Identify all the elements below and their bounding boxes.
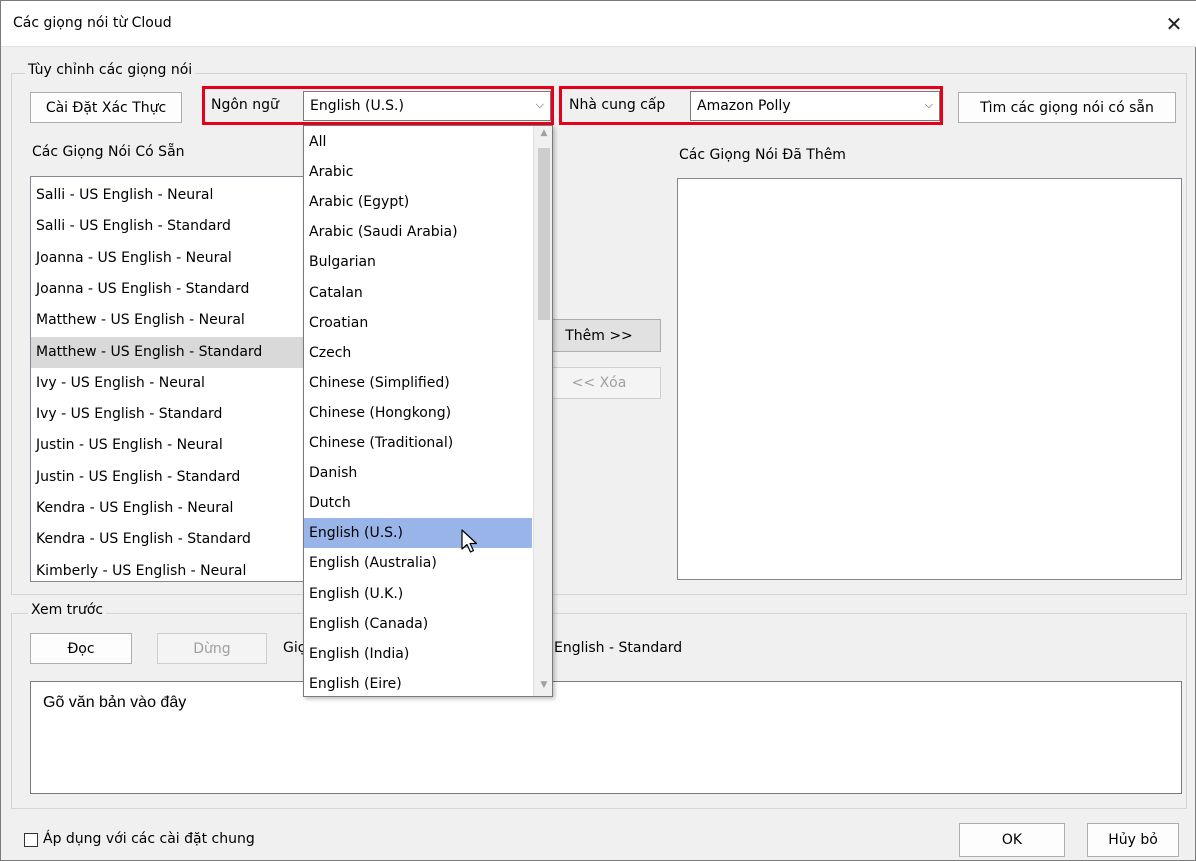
dropdown-option[interactable]: Arabic (Saudi Arabia) [304,217,532,247]
dropdown-option[interactable]: Bulgarian [304,247,532,277]
available-voices-label: Các Giọng Nói Có Sẵn [32,144,185,160]
provider-label: Nhà cung cấp [569,97,666,113]
customize-voices-legend: Tùy chỉnh các giọng nói [25,62,196,78]
find-voices-button[interactable]: Tìm các giọng nói có sẵn [958,92,1176,123]
language-dropdown-list[interactable]: All Arabic Arabic (Egypt) Arabic (Saudi Ara… [303,125,553,697]
dropdown-option[interactable]: English (U.K.) [304,579,532,609]
language-combobox[interactable]: English (U.S.) ⌵ [303,91,551,121]
list-item[interactable]: Matthew - US English - Neural [31,305,305,336]
list-item[interactable]: Kendra - US English - Standard [31,524,305,555]
provider-combobox[interactable]: Amazon Polly ⌵ [690,91,940,121]
list-item[interactable]: Salli - US English - Standard [31,211,305,242]
added-voices-label: Các Giọng Nói Đã Thêm [679,147,846,163]
language-value: English (U.S.) [310,98,404,114]
preview-text-value: Gõ văn bản vào đây [43,694,187,711]
preview-text-input[interactable]: Gõ văn bản vào đây [30,681,1182,794]
dropdown-option[interactable]: Croatian [304,308,532,338]
list-item[interactable]: Justin - US English - Standard [31,462,305,493]
dropdown-option[interactable]: Czech [304,338,532,368]
dropdown-option[interactable]: Catalan [304,278,532,308]
scroll-down-icon[interactable]: ▼ [534,680,552,690]
read-button[interactable]: Đọc [30,633,132,664]
ok-button[interactable]: OK [959,823,1065,857]
list-item[interactable]: Kimberly - US English - Neural [31,556,305,581]
mouse-cursor-icon [461,529,478,553]
auth-settings-button[interactable]: Cài Đặt Xác Thực [30,92,182,123]
preview-voice-suffix: English - Standard [554,640,683,656]
dropdown-option[interactable]: Danish [304,458,532,488]
list-item[interactable]: Ivy - US English - Neural [31,368,305,399]
language-label: Ngôn ngữ [211,97,279,113]
dropdown-option[interactable]: English (U.S.) [304,518,532,549]
chevron-down-icon: ⌵ [924,98,933,111]
dropdown-option[interactable]: English (Eire) [304,669,532,696]
window-title: Các giọng nói từ Cloud [13,15,172,31]
dropdown-option[interactable]: All [304,127,532,157]
dropdown-option[interactable]: Chinese (Traditional) [304,428,532,458]
dropdown-option[interactable]: Arabic (Egypt) [304,187,532,217]
provider-value: Amazon Polly [697,98,791,114]
remove-voice-button[interactable]: << Xóa [537,367,661,399]
list-item[interactable]: Justin - US English - Neural [31,430,305,461]
scroll-thumb[interactable] [538,148,550,320]
dropdown-option[interactable]: Dutch [304,488,532,518]
dropdown-option[interactable]: Arabic [304,157,532,187]
stop-button[interactable]: Dừng [157,633,267,664]
list-item[interactable]: Matthew - US English - Standard [31,336,305,368]
apply-label: Áp dụng với các cài đặt chung [43,831,255,847]
list-item[interactable]: Kendra - US English - Neural [31,493,305,524]
added-voices-list[interactable] [677,178,1182,580]
available-voices-list[interactable]: Salli - US English - Neural Salli - US En… [30,176,306,582]
list-item[interactable]: Joanna - US English - Standard [31,274,305,305]
dropdown-option[interactable]: Chinese (Hongkong) [304,398,532,428]
dialog-window: Các giọng nói từ Cloud ✕ Tùy chỉnh các g… [0,0,1196,861]
dropdown-option[interactable]: Chinese (Simplified) [304,368,532,398]
list-item[interactable]: Ivy - US English - Standard [31,399,305,430]
preview-legend: Xem trước [28,602,107,618]
dropdown-scrollbar[interactable]: ▲ ▼ [533,126,552,696]
dropdown-option[interactable]: English (Canada) [304,609,532,639]
scroll-up-icon[interactable]: ▲ [534,128,552,138]
cancel-button[interactable]: Hủy bỏ [1087,823,1179,857]
dropdown-option[interactable]: English (Australia) [304,548,532,578]
title-bar: Các giọng nói từ Cloud ✕ [1,1,1196,47]
add-voice-button[interactable]: Thêm >> [537,319,661,352]
chevron-down-icon: ⌵ [535,98,544,111]
list-item[interactable]: Salli - US English - Neural [31,180,305,211]
list-item[interactable]: Joanna - US English - Neural [31,243,305,274]
dropdown-option[interactable]: English (India) [304,639,532,669]
apply-checkbox[interactable] [24,833,38,847]
close-icon[interactable]: ✕ [1159,9,1189,39]
